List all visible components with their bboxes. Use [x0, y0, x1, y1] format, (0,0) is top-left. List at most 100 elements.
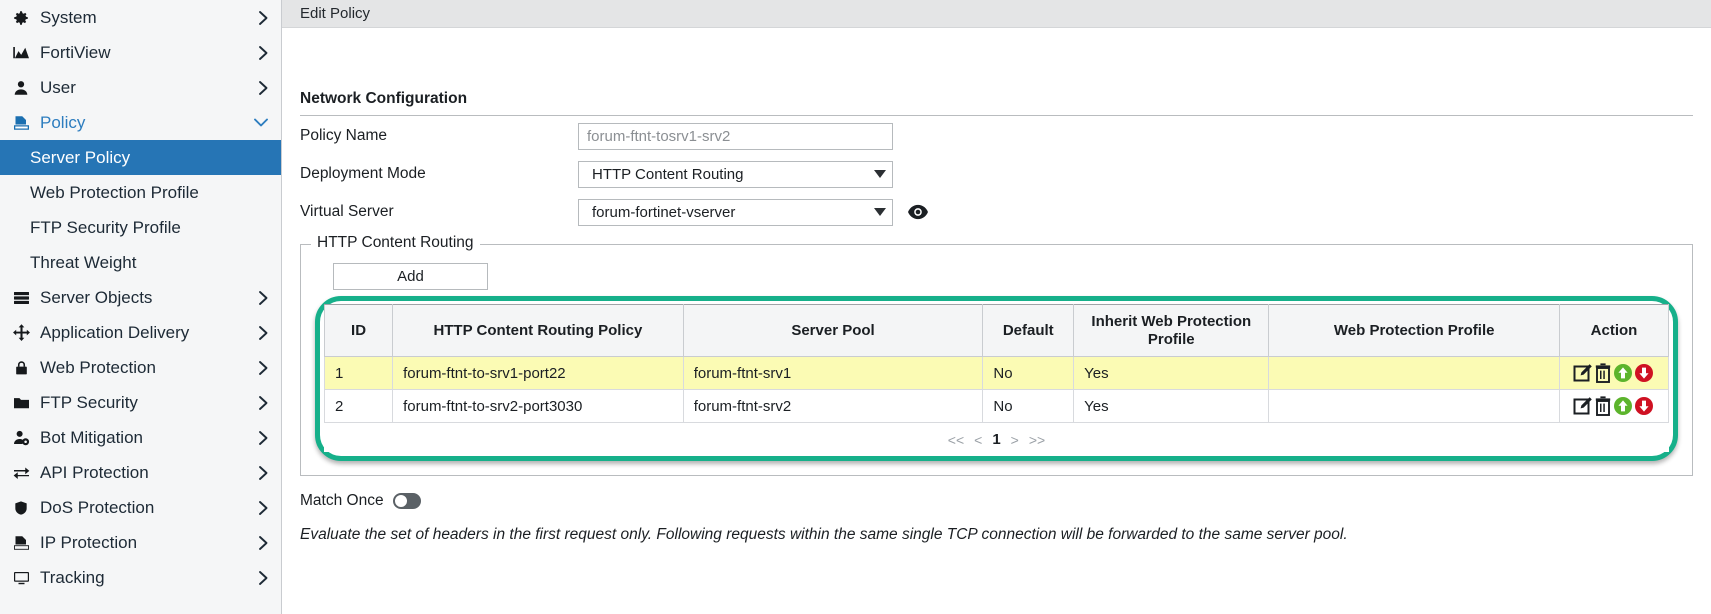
column-header-inherit-web-protection-profile: Inherit Web Protection Profile: [1073, 304, 1270, 357]
sidebar-item-label: Server Objects: [40, 287, 153, 307]
field-row-virtual-server: Virtual Server forum-fortinet-vserver: [300, 194, 1693, 230]
cell-action: [1558, 356, 1670, 390]
policy-name-input[interactable]: forum-ftnt-tosrv1-srv2: [578, 122, 893, 150]
column-header-http-content-routing-policy: HTTP Content Routing Policy: [392, 304, 684, 357]
pagination-last[interactable]: >>: [1029, 432, 1045, 448]
sidebar-item-user[interactable]: User: [0, 70, 281, 105]
virtual-server-label: Virtual Server: [300, 203, 394, 220]
policy-icon: [8, 534, 34, 552]
cell-action: [1558, 389, 1670, 423]
cell-default: No: [982, 389, 1075, 423]
cell-server-pool: forum-ftnt-srv2: [682, 389, 984, 423]
pagination-first[interactable]: <<: [948, 432, 964, 448]
sidebar-item-system[interactable]: System: [0, 0, 281, 35]
sidebar-item-ftp-security-profile[interactable]: FTP Security Profile: [0, 210, 281, 245]
edit-policy-form: Network Configuration Policy Name forum-…: [282, 28, 1711, 544]
cell-inherit-wpp: Yes: [1073, 356, 1270, 390]
folder-icon: [8, 394, 34, 412]
eye-icon[interactable]: [907, 204, 929, 220]
cell-inherit-wpp: Yes: [1073, 389, 1270, 423]
chevron-right-icon: [258, 500, 269, 516]
sidebar-item-api-protection[interactable]: API Protection: [0, 455, 281, 490]
virtual-server-select[interactable]: forum-fortinet-vserver: [578, 198, 893, 226]
deployment-mode-select[interactable]: HTTP Content Routing: [578, 160, 893, 188]
sidebar-item-label: FortiView: [40, 42, 111, 62]
http-content-routing-fieldset: HTTP Content Routing Add ID HTTP Content…: [300, 234, 1693, 476]
pagination-prev[interactable]: <: [974, 432, 982, 448]
edit-icon[interactable]: [1573, 396, 1593, 416]
delete-icon[interactable]: [1594, 363, 1612, 383]
pagination-next[interactable]: >: [1011, 432, 1019, 448]
match-once-toggle[interactable]: [392, 493, 421, 509]
shield-icon: [8, 499, 34, 517]
match-once-hint: Evaluate the set of headers in the first…: [300, 526, 1348, 543]
add-button[interactable]: Add: [333, 263, 488, 290]
pagination-current-page[interactable]: 1: [992, 431, 1000, 448]
sidebar-item-tracking[interactable]: Tracking: [0, 560, 281, 595]
sidebar-item-policy[interactable]: Policy: [0, 105, 281, 140]
cell-policy: forum-ftnt-to-srv2-port3030: [392, 389, 684, 423]
user-icon: [8, 79, 34, 97]
match-once-row: Match Once: [300, 492, 1693, 510]
cell-server-pool: forum-ftnt-srv1: [682, 356, 984, 390]
policy-icon: [8, 114, 34, 132]
move-down-icon[interactable]: [1634, 363, 1654, 383]
http-content-routing-table: ID HTTP Content Routing Policy Server Po…: [323, 304, 1670, 423]
move-up-icon[interactable]: [1613, 396, 1633, 416]
chevron-right-icon: [258, 570, 269, 586]
sidebar-item-dos-protection[interactable]: DoS Protection: [0, 490, 281, 525]
sidebar-item-label: Application Delivery: [40, 322, 190, 342]
sidebar-item-web-protection[interactable]: Web Protection: [0, 350, 281, 385]
sidebar-item-bot-mitigation[interactable]: Bot Mitigation: [0, 420, 281, 455]
chevron-down-icon: [874, 170, 886, 178]
edit-icon[interactable]: [1573, 363, 1593, 383]
fortiweb-edit-policy-page: System FortiView User Policy Server Poli…: [0, 0, 1711, 614]
column-header-id: ID: [323, 304, 394, 357]
chevron-right-icon: [258, 395, 269, 411]
sidebar-item-fortiview[interactable]: FortiView: [0, 35, 281, 70]
deployment-mode-value: HTTP Content Routing: [592, 165, 744, 183]
sidebar-item-label: Tracking: [40, 567, 105, 587]
chevron-down-icon: [253, 117, 269, 128]
virtual-server-value: forum-fortinet-vserver: [592, 203, 736, 221]
sidebar-item-web-protection-profile[interactable]: Web Protection Profile: [0, 175, 281, 210]
exchange-arrows-icon: [8, 464, 34, 482]
sidebar-item-ip-protection[interactable]: IP Protection: [0, 525, 281, 560]
cell-id: 2: [323, 389, 394, 423]
chevron-right-icon: [258, 290, 269, 306]
sidebar-item-server-policy[interactable]: Server Policy: [0, 140, 281, 175]
sidebar-item-server-objects[interactable]: Server Objects: [0, 280, 281, 315]
sidebar-item-label: Server Policy: [30, 147, 131, 167]
move-up-icon[interactable]: [1613, 363, 1633, 383]
sidebar-item-label: System: [40, 7, 97, 27]
table-row[interactable]: 2 forum-ftnt-to-srv2-port3030 forum-ftnt…: [323, 389, 1670, 423]
column-header-default: Default: [982, 304, 1075, 357]
cell-default: No: [982, 356, 1075, 390]
sidebar-item-ftp-security[interactable]: FTP Security: [0, 385, 281, 420]
lock-icon: [8, 359, 34, 377]
chevron-right-icon: [258, 430, 269, 446]
sidebar-item-label: Policy: [40, 112, 86, 132]
table-row[interactable]: 1 forum-ftnt-to-srv1-port22 forum-ftnt-s…: [323, 356, 1670, 390]
sidebar-item-threat-weight[interactable]: Threat Weight: [0, 245, 281, 280]
http-content-routing-legend: HTTP Content Routing: [311, 234, 480, 252]
toggle-knob: [393, 494, 408, 508]
sidebar-item-application-delivery[interactable]: Application Delivery: [0, 315, 281, 350]
sidebar-item-label: Threat Weight: [30, 252, 137, 272]
column-header-server-pool: Server Pool: [682, 304, 984, 357]
chevron-right-icon: [258, 465, 269, 481]
sidebar-item-label: FTP Security: [40, 392, 138, 412]
chevron-down-icon: [874, 208, 886, 216]
chevron-right-icon: [258, 325, 269, 341]
cell-wpp: [1268, 389, 1560, 423]
server-icon: [8, 289, 34, 307]
column-header-web-protection-profile: Web Protection Profile: [1268, 304, 1560, 357]
chevron-right-icon: [258, 45, 269, 61]
move-arrows-icon: [8, 323, 34, 342]
field-row-policy-name: Policy Name forum-ftnt-tosrv1-srv2: [300, 118, 1693, 154]
delete-icon[interactable]: [1594, 396, 1612, 416]
main-panel: Edit Policy Network Configuration Policy…: [282, 0, 1711, 614]
move-down-icon[interactable]: [1634, 396, 1654, 416]
chevron-right-icon: [258, 80, 269, 96]
sidebar-item-label: FTP Security Profile: [30, 217, 181, 237]
